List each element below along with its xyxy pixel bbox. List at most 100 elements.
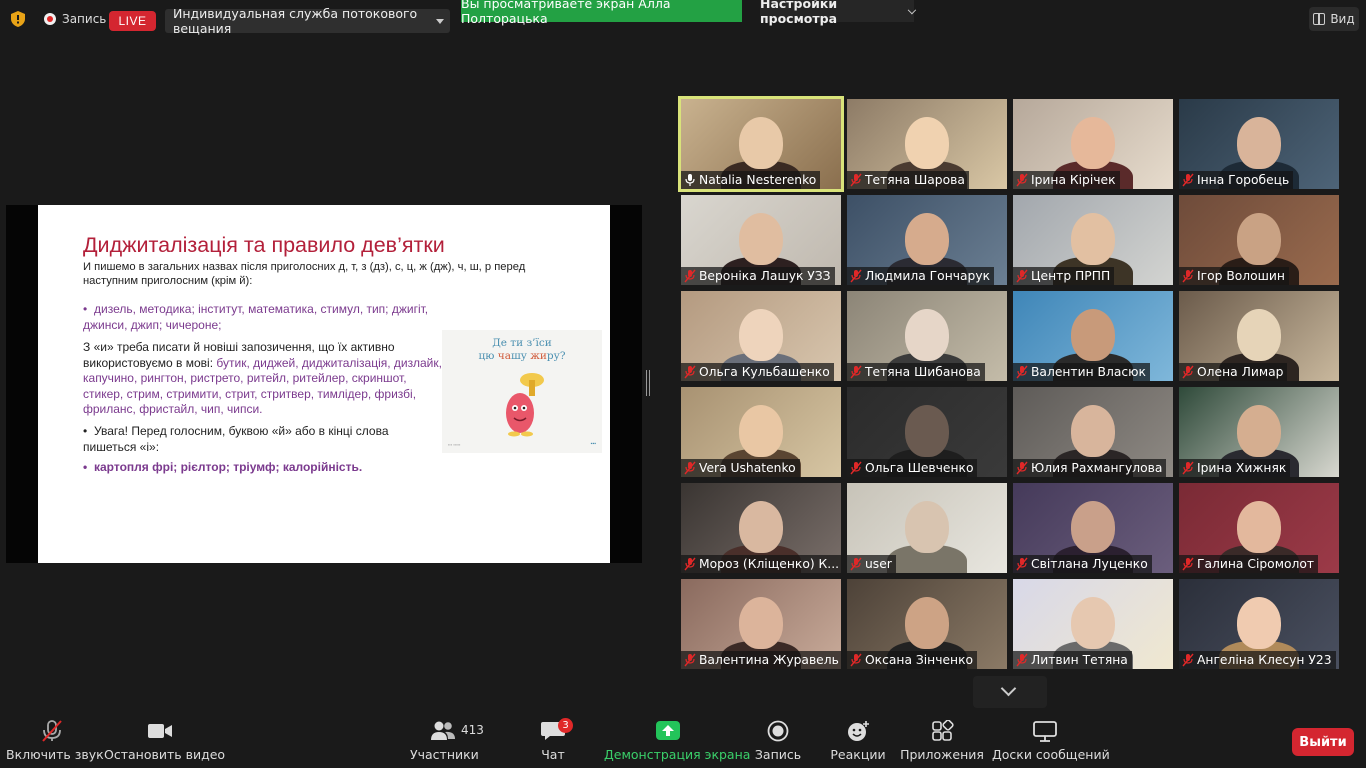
participants-icon <box>431 721 455 740</box>
participant-video-tile[interactable]: Людмила Гончарук <box>847 195 1007 285</box>
muted-microphone-icon <box>681 267 699 285</box>
record-icon <box>767 720 789 742</box>
participant-face <box>1071 405 1115 457</box>
shared-screen[interactable]: Диджиталізація та правило дев’ятки И пиш… <box>6 205 642 563</box>
whiteboards-button[interactable]: Доски сообщений <box>992 712 1110 768</box>
smiley-plus-icon <box>848 721 869 741</box>
top-bar: Запись LIVE Индивидуальная служба потоко… <box>0 0 1366 40</box>
stop-video-button[interactable]: Остановить видео <box>104 712 226 768</box>
participants-label: Участники <box>410 747 479 762</box>
participant-video-tile[interactable]: Тетяна Шибанова <box>847 291 1007 381</box>
participant-name: Литвин Тетяна <box>1031 653 1128 667</box>
video-camera-icon <box>148 724 172 738</box>
participant-name: Інна Горобець <box>1197 173 1290 187</box>
participant-name-tag: Ігор Волошин <box>1179 267 1289 285</box>
participant-name-tag: Ірина Кірічек <box>1013 171 1120 189</box>
participant-video-tile[interactable]: Vera Ushatenko <box>681 387 841 477</box>
participant-name-tag: Інна Горобець <box>1179 171 1294 189</box>
apps-button[interactable]: Приложения <box>900 712 984 768</box>
streaming-service-dropdown[interactable]: Индивидуальная служба потокового вещания <box>165 6 450 36</box>
participant-name: Ігор Волошин <box>1197 269 1285 283</box>
view-options-button[interactable]: Настройки просмотра <box>760 0 916 26</box>
participant-video-tile[interactable]: Ангеліна Клесун У23 <box>1179 579 1339 669</box>
participant-name-tag: Оксана Зінченко <box>847 651 978 669</box>
card-line-2: цю чашу жиру? <box>478 350 566 362</box>
participant-video-tile[interactable]: Світлана Луценко <box>1013 483 1173 573</box>
participant-video-tile[interactable]: Галина Сіромолот <box>1179 483 1339 573</box>
participant-name-tag: Тетяна Шарова <box>847 171 969 189</box>
participant-name: user <box>865 557 892 571</box>
speaking-microphone-icon <box>681 171 699 189</box>
muted-microphone-icon <box>1179 459 1197 477</box>
participant-name-tag: Vera Ushatenko <box>681 459 800 477</box>
slide-intro: И пишемо в загальних назвах після пригол… <box>83 261 526 287</box>
muted-microphone-icon <box>681 555 699 573</box>
participant-name-tag: Ольга Шевченко <box>847 459 978 477</box>
participant-video-tile[interactable]: Центр ПРПП <box>1013 195 1173 285</box>
show-more-participants-button[interactable] <box>973 676 1047 708</box>
participant-video-tile[interactable]: Ольга Кульбашенко <box>681 291 841 381</box>
participant-name: Олена Лимар <box>1197 365 1284 379</box>
participant-face <box>739 501 783 553</box>
split-view-drag-handle[interactable] <box>646 370 650 396</box>
muted-microphone-icon <box>1179 651 1197 669</box>
participant-name: Natalia Nesterenko <box>699 173 817 187</box>
live-badge[interactable]: LIVE <box>109 11 156 31</box>
participant-video-tile[interactable]: Мороз (Кліщенко) К... <box>681 483 841 573</box>
view-layout-button[interactable]: Вид <box>1309 7 1359 31</box>
participant-video-tile[interactable]: Юлия Рахмангулова <box>1013 387 1173 477</box>
participant-video-tile[interactable]: Ігор Волошин <box>1179 195 1339 285</box>
participants-button[interactable]: Участники <box>410 712 479 768</box>
leave-meeting-button[interactable]: Выйти <box>1292 728 1354 756</box>
muted-microphone-icon <box>847 171 865 189</box>
participant-video-tile[interactable]: Валентина Журавель <box>681 579 841 669</box>
participant-video-tile[interactable]: Ірина Хижняк <box>1179 387 1339 477</box>
muted-microphone-icon <box>1179 363 1197 381</box>
participant-name-tag: Центр ПРПП <box>1013 267 1115 285</box>
participant-face <box>1237 501 1281 553</box>
participant-video-tile[interactable]: Олена Лимар <box>1179 291 1339 381</box>
stop-video-label: Остановить видео <box>104 747 226 762</box>
whiteboard-icon <box>1033 721 1057 742</box>
apps-label: Приложения <box>900 747 984 762</box>
participant-name: Світлана Луценко <box>1031 557 1148 571</box>
participant-video-tile[interactable]: Natalia Nesterenko <box>678 96 844 192</box>
whiteboards-label: Доски сообщений <box>992 747 1110 762</box>
participants-count: 413 <box>461 723 484 737</box>
participant-name: Людмила Гончарук <box>865 269 991 283</box>
muted-microphone-icon <box>1179 555 1197 573</box>
cartoon-character-illustration <box>506 373 544 437</box>
reactions-button[interactable]: Реакции <box>828 712 888 768</box>
share-screen-icon <box>656 721 680 740</box>
bullet: • <box>83 302 88 316</box>
participant-video-tile[interactable]: Валентин Власюк <box>1013 291 1173 381</box>
participant-name: Центр ПРПП <box>1031 269 1111 283</box>
participant-video-tile[interactable]: Вероніка Лашук УЗЗ <box>681 195 841 285</box>
bullet: • <box>83 460 88 474</box>
participant-video-tile[interactable]: Інна Горобець <box>1179 99 1339 189</box>
participant-video-tile[interactable]: Ірина Кірічек <box>1013 99 1173 189</box>
recording-indicator[interactable]: Запись <box>44 12 106 26</box>
security-shield-icon[interactable] <box>11 11 25 27</box>
participant-name-tag: Галина Сіромолот <box>1179 555 1319 573</box>
bullet: • <box>83 424 88 438</box>
participant-video-tile[interactable]: Литвин Тетяна <box>1013 579 1173 669</box>
participant-name-tag: Юлия Рахмангулова <box>1013 459 1167 477</box>
unmute-button[interactable]: Включить звук <box>6 712 104 768</box>
participant-video-tile[interactable]: Тетяна Шарова <box>847 99 1007 189</box>
share-screen-button[interactable]: Демонстрация экрана <box>604 712 750 768</box>
participant-face <box>1071 597 1115 649</box>
meeting-toolbar: Включить звук Остановить видео Участники… <box>0 712 1366 768</box>
streaming-service-label: Индивидуальная служба потокового вещания <box>173 6 418 36</box>
participant-video-tile[interactable]: Ольга Шевченко <box>847 387 1007 477</box>
record-icon <box>44 13 56 25</box>
record-button[interactable]: Запись <box>750 712 806 768</box>
participant-video-tile[interactable]: user <box>847 483 1007 573</box>
chat-unread-badge: 3 <box>558 718 573 733</box>
unmute-label: Включить звук <box>6 747 104 762</box>
participant-face <box>1237 213 1281 265</box>
viewing-screen-banner: Вы просматриваете экран Алла Полторацька <box>461 0 742 26</box>
participant-video-tile[interactable]: Оксана Зінченко <box>847 579 1007 669</box>
participant-face <box>905 309 949 361</box>
participant-name: Мороз (Кліщенко) К... <box>699 557 840 571</box>
